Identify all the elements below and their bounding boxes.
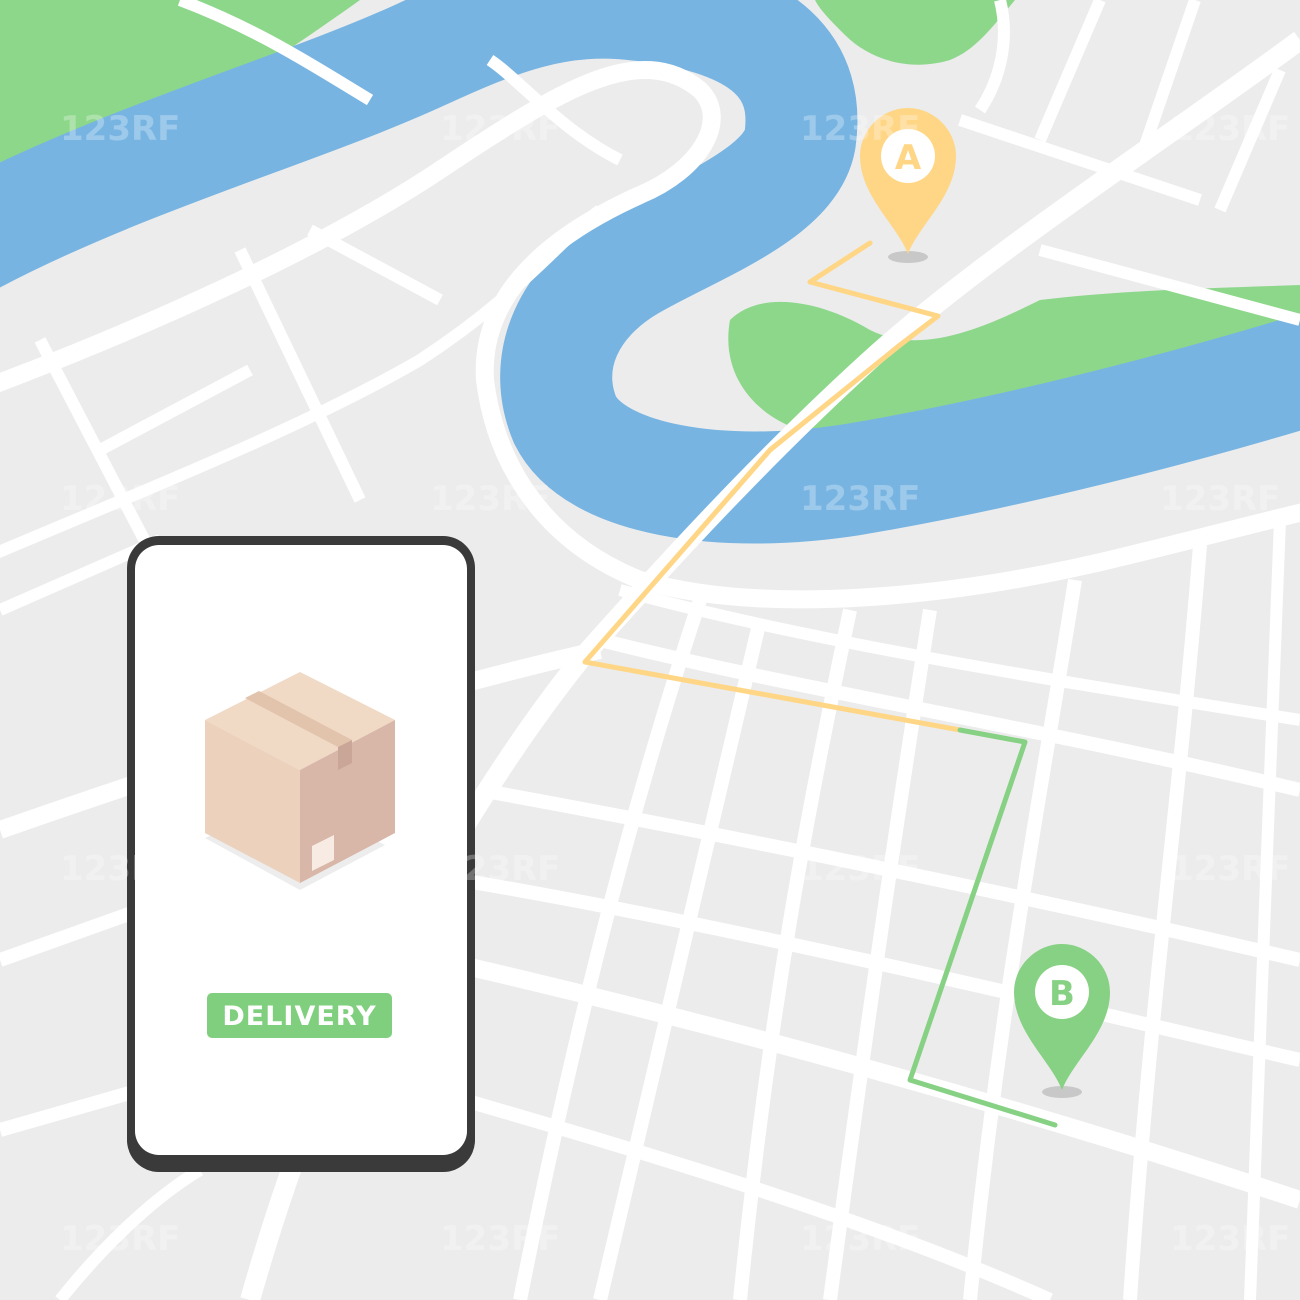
watermark-text: 123RF [1170, 109, 1290, 149]
watermark-text: 123RF [430, 479, 550, 519]
watermark-text: 123RF [1170, 849, 1290, 889]
watermark-text: 123RF [800, 849, 920, 889]
watermark-text: 123RF [1160, 479, 1280, 519]
watermark-text: 123RF [800, 479, 920, 519]
watermark-text: 123RF [440, 1219, 560, 1259]
pin-b-label: B [1049, 974, 1075, 1014]
watermark-text: 123RF [1170, 1219, 1290, 1259]
watermark-text: 123RF [60, 849, 180, 889]
watermark-text: 123RF [800, 109, 920, 149]
watermark-text: 123RF [440, 109, 560, 149]
watermark-text: 123RF [60, 1219, 180, 1259]
delivery-map-scene: A B DELIVERY 123RF 123RF 123RF 123RF 123… [0, 0, 1300, 1300]
watermark-text: 123RF [440, 849, 560, 889]
watermark-text: 123RF [60, 109, 180, 149]
watermark-text: 123RF [800, 1219, 920, 1259]
watermark-text: 123RF [60, 479, 180, 519]
city-map: A B DELIVERY 123RF 123RF 123RF 123RF 123… [0, 0, 1300, 1300]
delivery-badge[interactable]: DELIVERY [207, 993, 392, 1038]
delivery-badge-label: DELIVERY [222, 1001, 376, 1032]
